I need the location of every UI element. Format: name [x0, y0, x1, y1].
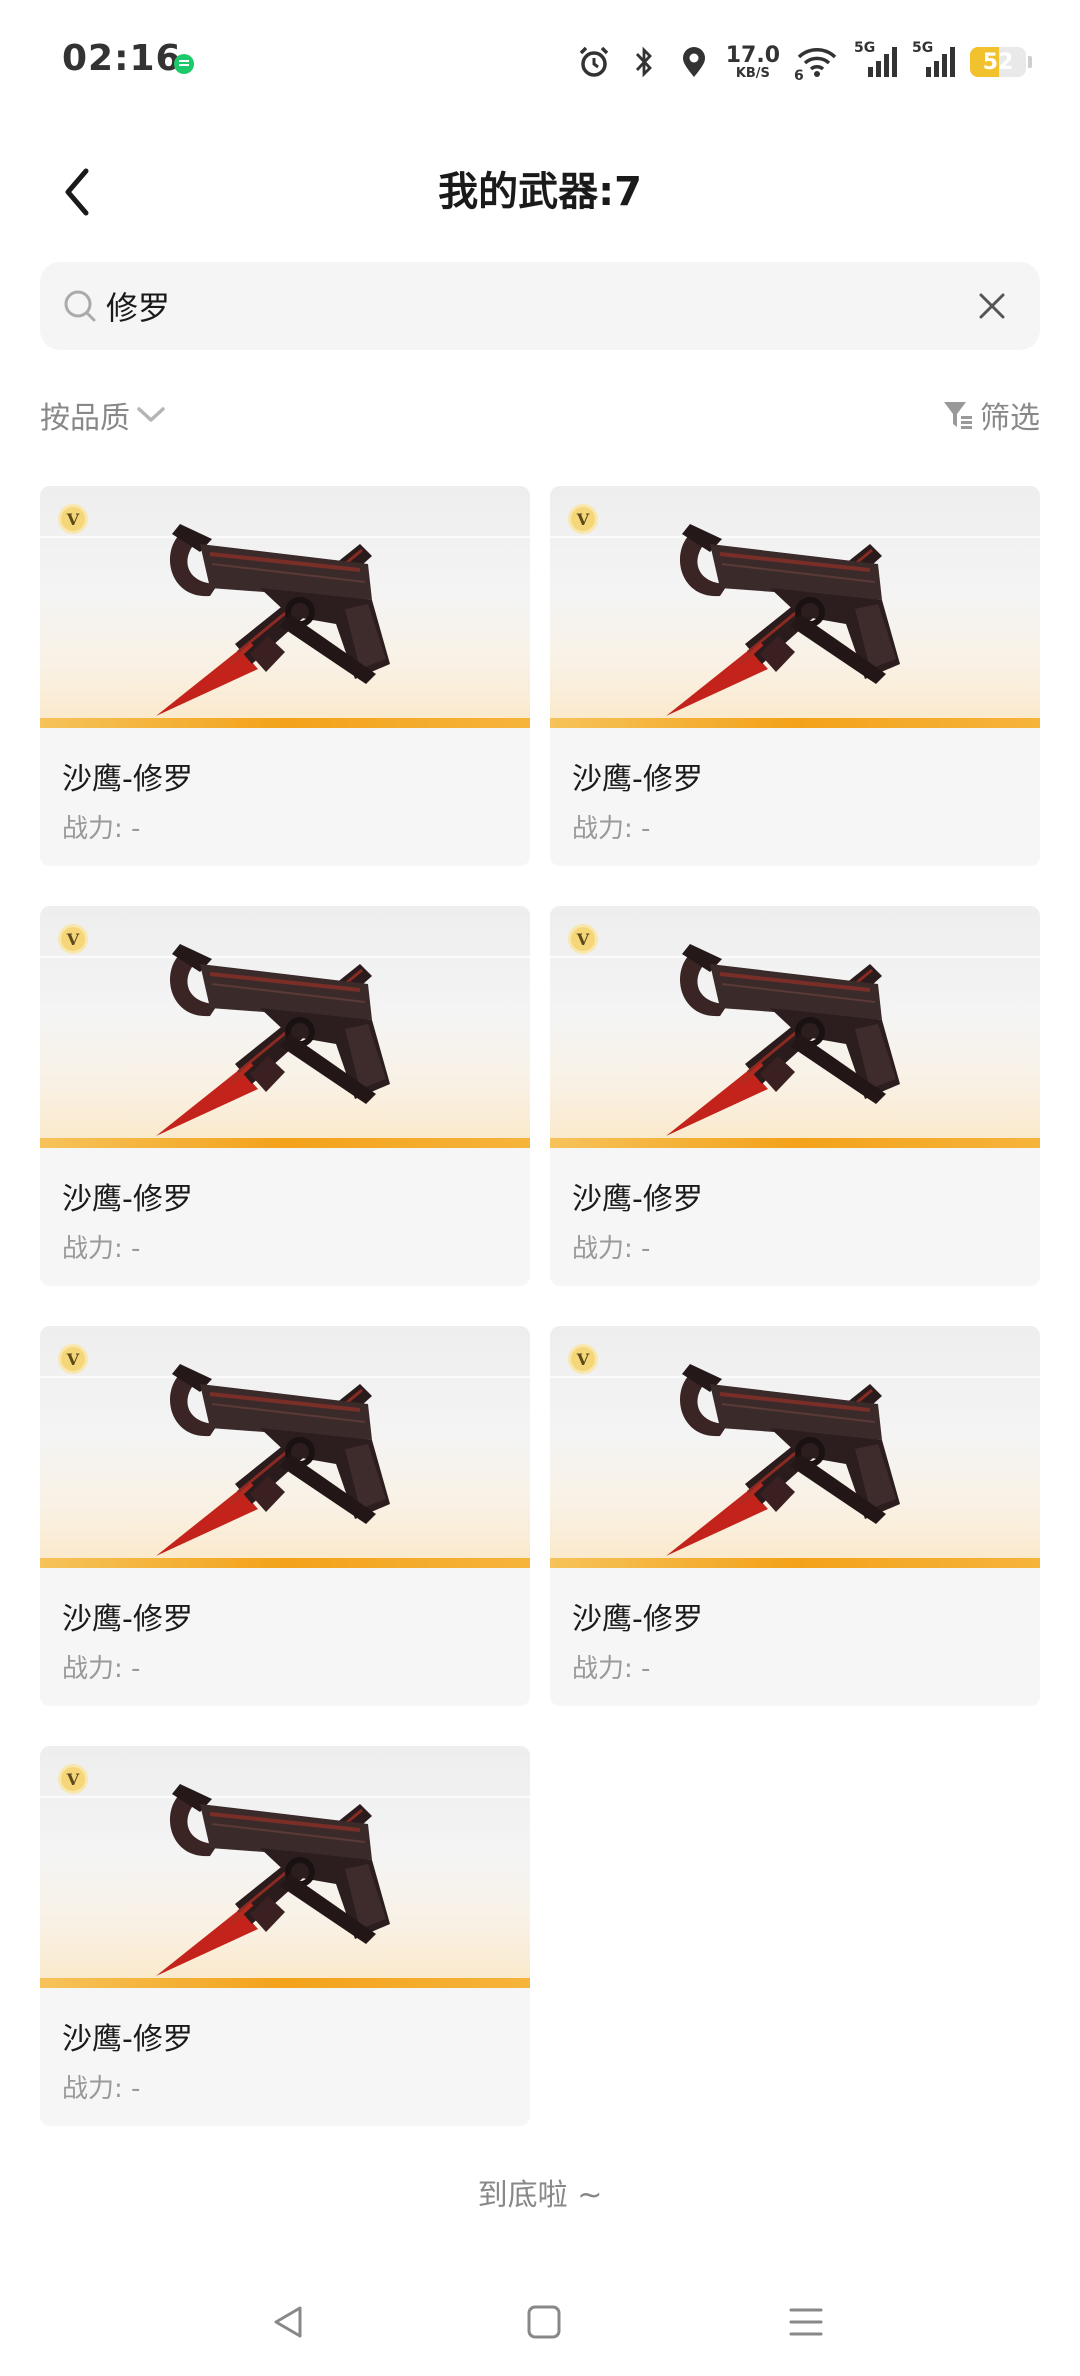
- weapon-pistol-knife-icon: [666, 944, 900, 1136]
- status-icons: 17.0 KB/S 6 5G 5G 52: [576, 40, 1032, 84]
- weapon-image: V: [40, 906, 530, 1148]
- bluetooth-icon: [626, 44, 662, 80]
- battery-cap: [1028, 56, 1032, 68]
- filter-label: 筛选: [980, 401, 1040, 436]
- battery-level: 52: [982, 49, 1014, 75]
- weapon-name: 沙鹰-修罗: [572, 1182, 703, 1217]
- sort-dropdown[interactable]: 按品质: [40, 390, 166, 440]
- weapon-pistol-knife-icon: [156, 1784, 390, 1976]
- quality-badge-icon: V: [58, 1344, 88, 1374]
- clear-search-button[interactable]: [972, 286, 1012, 326]
- filter-button[interactable]: 筛选: [942, 390, 1040, 440]
- signal-icon: 5G: [912, 40, 956, 80]
- search-bar: [40, 262, 1040, 350]
- nav-menu-button[interactable]: [776, 2292, 836, 2352]
- back-button[interactable]: [52, 162, 102, 222]
- weapon-card[interactable]: V 沙鹰-修罗 战力: -: [40, 486, 530, 866]
- network-speed-unit: KB/S: [735, 65, 770, 81]
- weapon-card[interactable]: V 沙鹰-修罗 战力: -: [550, 486, 1040, 866]
- network-type-label: 5G: [912, 40, 934, 56]
- nav-home-button[interactable]: [514, 2292, 574, 2352]
- weapon-power: 战力: -: [572, 1654, 651, 1684]
- weapon-card[interactable]: V 沙鹰-修罗 战力: -: [40, 1746, 530, 2126]
- wifi-icon: 6: [794, 44, 840, 84]
- weapon-image: V: [40, 1746, 530, 1988]
- app-notification-icon: [174, 54, 194, 74]
- weapon-image: V: [550, 486, 1040, 728]
- menu-lines-icon: [789, 2308, 823, 2336]
- weapon-name: 沙鹰-修罗: [62, 2022, 193, 2057]
- weapon-name: 沙鹰-修罗: [62, 1182, 193, 1217]
- weapon-image: V: [550, 906, 1040, 1148]
- system-nav-bar: [0, 2270, 1080, 2376]
- nav-back-button[interactable]: [258, 2292, 318, 2352]
- page-title: 我的武器:7: [438, 169, 642, 215]
- weapon-image: V: [40, 1326, 530, 1568]
- weapon-pistol-knife-icon: [666, 1364, 900, 1556]
- weapon-name: 沙鹰-修罗: [572, 762, 703, 797]
- weapon-power: 战力: -: [62, 1654, 141, 1684]
- home-square-icon: [527, 2305, 561, 2339]
- weapon-card[interactable]: V 沙鹰-修罗 战力: -: [40, 1326, 530, 1706]
- quality-badge-icon: V: [568, 504, 598, 534]
- battery-icon: 52: [970, 47, 1026, 77]
- quality-badge-icon: V: [568, 924, 598, 954]
- quality-badge-icon: V: [568, 1344, 598, 1374]
- weapon-name: 沙鹰-修罗: [62, 1602, 193, 1637]
- filter-icon: [944, 402, 972, 429]
- weapon-power: 战力: -: [62, 814, 141, 844]
- network-type-label: 5G: [854, 40, 876, 56]
- signal-icon: 5G: [854, 40, 898, 80]
- alarm-icon: [576, 44, 612, 80]
- weapon-name: 沙鹰-修罗: [62, 762, 193, 797]
- weapon-card[interactable]: V 沙鹰-修罗 战力: -: [40, 906, 530, 1286]
- weapon-power: 战力: -: [62, 1234, 141, 1264]
- network-speed-value: 17.0: [725, 42, 780, 68]
- weapon-pistol-knife-icon: [666, 524, 900, 716]
- location-icon: [676, 44, 712, 80]
- sort-label: 按品质: [40, 401, 130, 436]
- quality-badge-icon: V: [58, 1764, 88, 1794]
- chevron-down-icon: [137, 407, 165, 422]
- back-arrow-icon: [65, 168, 89, 216]
- weapon-image: V: [40, 486, 530, 728]
- weapon-card[interactable]: V 沙鹰-修罗 战力: -: [550, 906, 1040, 1286]
- status-time: 02:16: [62, 38, 182, 79]
- weapon-pistol-knife-icon: [156, 524, 390, 716]
- weapon-power: 战力: -: [572, 814, 651, 844]
- clear-icon: [979, 293, 1005, 319]
- end-of-list-text: 到底啦 ~: [477, 2178, 603, 2213]
- weapon-name: 沙鹰-修罗: [572, 1602, 703, 1637]
- quality-badge-icon: V: [58, 924, 88, 954]
- weapon-card[interactable]: V 沙鹰-修罗 战力: -: [550, 1326, 1040, 1706]
- weapon-image: V: [550, 1326, 1040, 1568]
- weapon-power: 战力: -: [572, 1234, 651, 1264]
- wifi-sub-label: 6: [794, 68, 804, 84]
- network-speed: 17.0 KB/S: [725, 42, 780, 81]
- status-bar: 02:16 17.0 KB/S 6 5G 5G 52: [0, 0, 1080, 120]
- back-triangle-icon: [274, 2306, 302, 2338]
- weapon-power: 战力: -: [62, 2074, 141, 2104]
- weapon-pistol-knife-icon: [156, 1364, 390, 1556]
- search-input[interactable]: [106, 262, 972, 350]
- weapon-grid: V 沙鹰-修罗 战力: - V 沙鹰-修罗 战力: - V 沙鹰-修罗 战力: …: [40, 486, 1040, 2126]
- search-icon: [64, 290, 96, 322]
- weapon-pistol-knife-icon: [156, 944, 390, 1136]
- quality-badge-icon: V: [58, 504, 88, 534]
